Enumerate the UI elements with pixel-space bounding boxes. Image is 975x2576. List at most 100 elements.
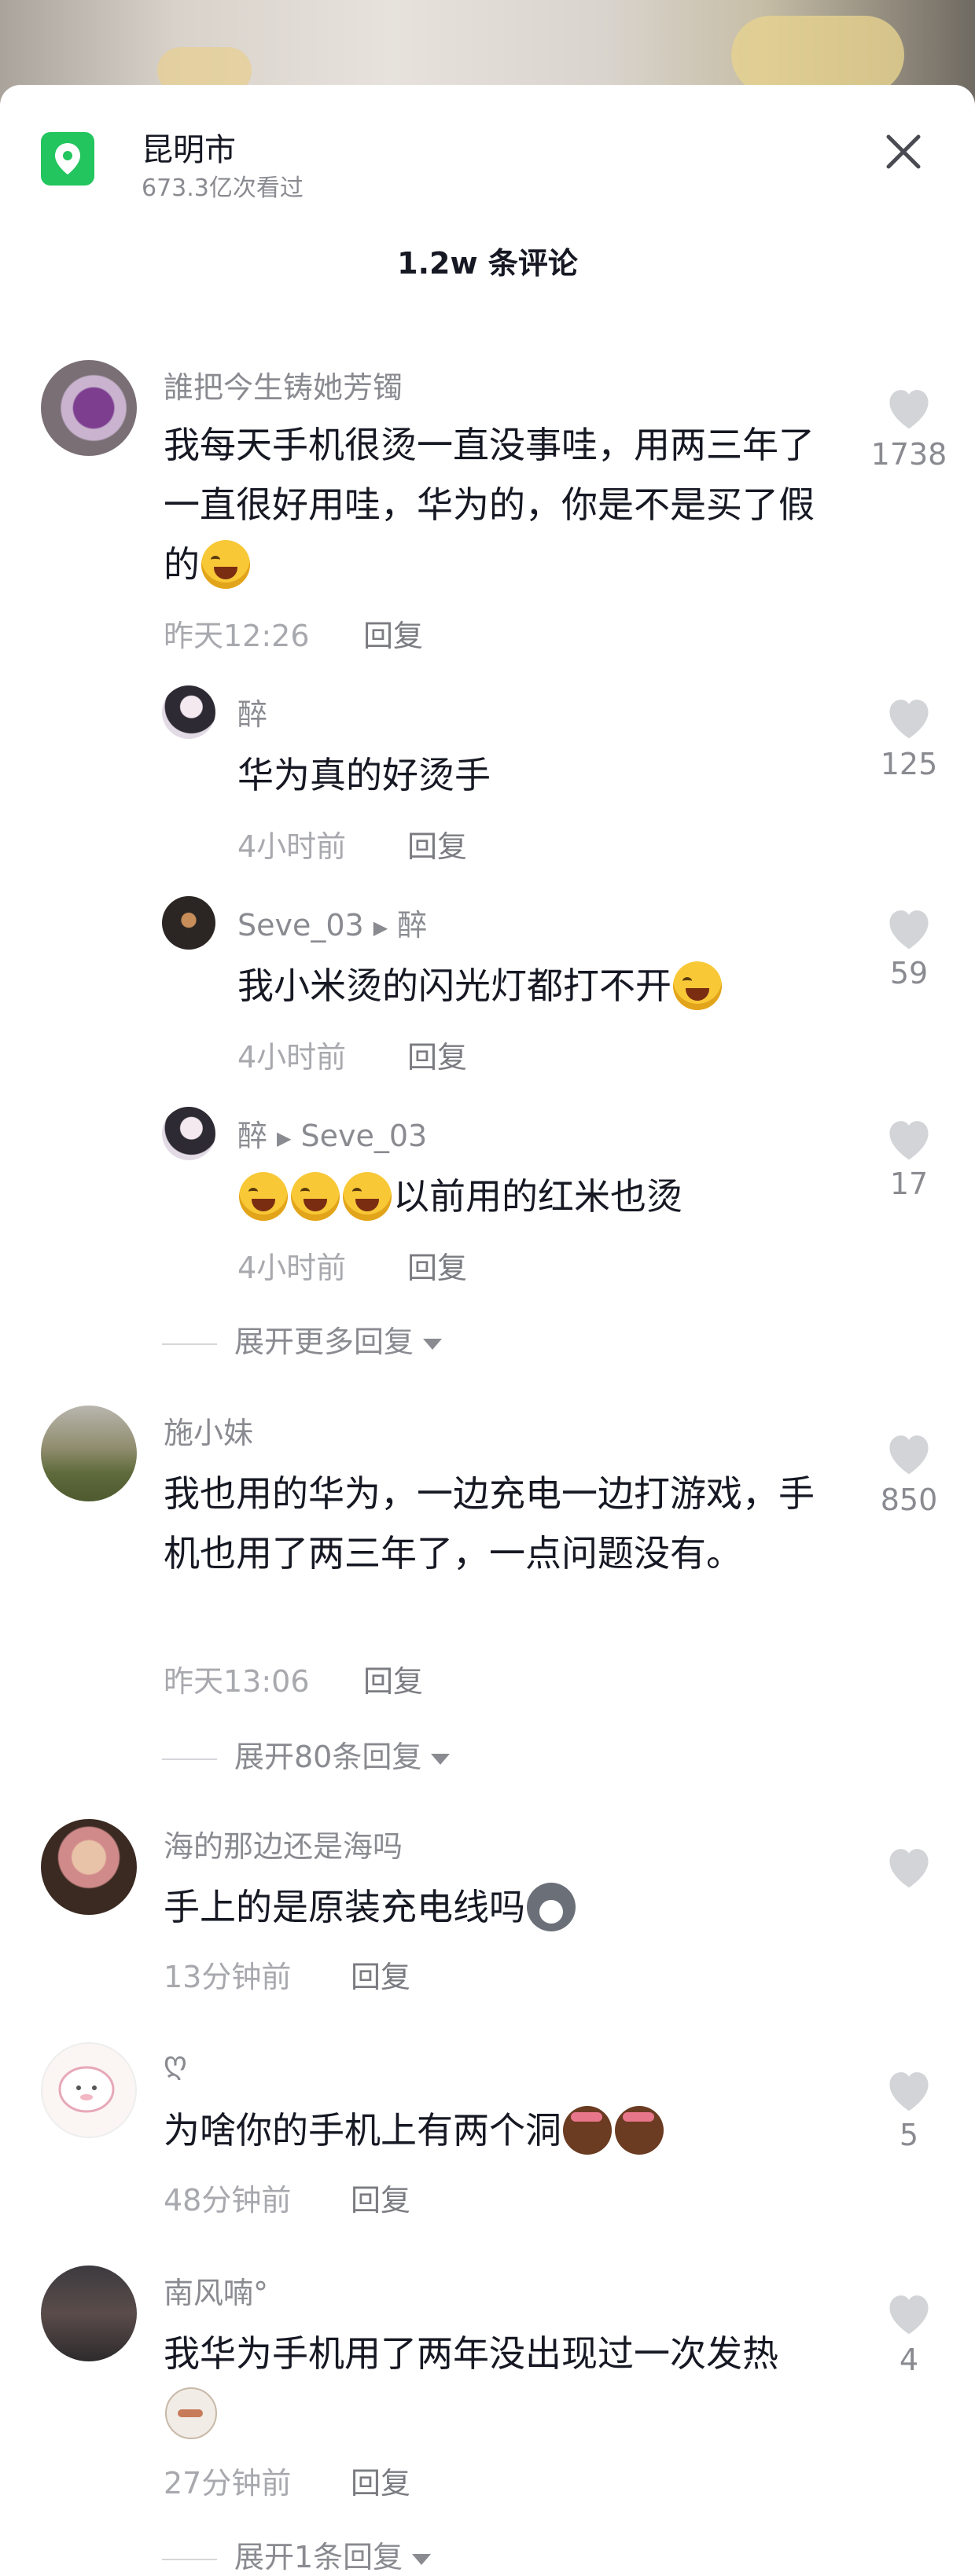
reply-username[interactable]: 醉 ▶ Seve_03 xyxy=(237,1112,427,1155)
heart-icon xyxy=(889,1121,929,1160)
comment-username[interactable]: 海的那边还是海吗 xyxy=(164,1822,403,1865)
reply-button[interactable]: 回复 xyxy=(351,2459,410,2502)
comment-time: 昨天13:06 xyxy=(164,1664,310,1699)
comment-text: 我华为手机用了两年没出现过一次发热 xyxy=(164,2324,824,2443)
like-count: 1738 xyxy=(870,437,947,472)
crying-laughing-emoji-icon xyxy=(239,1171,288,1221)
avatar[interactable] xyxy=(41,2042,137,2138)
like-count: 17 xyxy=(889,1167,929,1201)
reply-author[interactable]: Seve_03 xyxy=(237,908,364,943)
reply-author[interactable]: 醉 xyxy=(237,1119,267,1153)
play-arrow-icon: ▶ xyxy=(277,1126,292,1149)
like-button[interactable] xyxy=(862,384,956,431)
like-button[interactable] xyxy=(862,2289,956,2336)
comment-username[interactable]: ღ xyxy=(164,2045,187,2080)
cartoon-avatar-icon xyxy=(58,2066,115,2113)
avatar[interactable] xyxy=(41,1819,137,1915)
expand-replies-button[interactable]: 展开80条回复 xyxy=(162,1733,451,1776)
like-button[interactable] xyxy=(862,1115,956,1162)
avatar[interactable] xyxy=(41,1406,137,1501)
location-pin-icon[interactable] xyxy=(41,132,94,186)
reply-button[interactable]: 回复 xyxy=(407,1033,467,1076)
divider-line xyxy=(162,1343,217,1345)
expand-replies-button[interactable]: 展开1条回复 xyxy=(162,2533,432,2576)
like-button[interactable] xyxy=(862,693,956,740)
reply-text-content: 以前用的红米也烫 xyxy=(393,1175,682,1218)
comment-username[interactable]: 南风喃° xyxy=(164,2269,268,2312)
chocolate-emoji-icon xyxy=(615,2105,664,2155)
reply-text: 以前用的红米也烫 xyxy=(237,1167,835,1226)
comment-count: 1.2w 条评论 xyxy=(397,246,578,281)
comment-text: 手上的是原装充电线吗 xyxy=(164,1877,824,1937)
like-count: 59 xyxy=(889,956,929,990)
husky-emoji-icon xyxy=(527,1882,576,1931)
reply-button[interactable]: 回复 xyxy=(351,1953,410,1996)
heart-icon xyxy=(889,910,929,950)
avatar[interactable] xyxy=(162,1107,215,1160)
comment-text: 我也用的华为，一边充电一边打游戏，手机也用了两三年了，一点问题没有。 xyxy=(164,1472,815,1575)
video-background-detail xyxy=(731,16,904,94)
heart-icon xyxy=(889,1849,929,1888)
caret-down-icon xyxy=(412,2553,432,2565)
like-button[interactable] xyxy=(862,1843,956,1890)
reply-target[interactable]: Seve_03 xyxy=(300,1119,427,1153)
like-count: 850 xyxy=(880,1483,938,1517)
avatar[interactable] xyxy=(41,2265,137,2361)
crying-laughing-emoji-icon xyxy=(291,1171,340,1221)
reply-button[interactable]: 回复 xyxy=(363,1657,423,1700)
cat-emoji-icon xyxy=(165,2387,217,2439)
location-title[interactable]: 昆明市 xyxy=(142,124,236,170)
expand-replies-button[interactable]: 展开更多回复 xyxy=(162,1317,443,1361)
comment-text-content: 我每天手机很烫一直没事哇，用两三年了一直很好用哇，华为的，你是不是买了假的 xyxy=(164,424,815,586)
comment-time: 27分钟前 xyxy=(164,2466,292,2501)
like-button[interactable] xyxy=(862,904,956,951)
view-count: 673.3亿次看过 xyxy=(142,175,304,202)
reply-target[interactable]: 醉 xyxy=(397,908,427,943)
like-count: 5 xyxy=(899,2118,919,2152)
close-icon[interactable] xyxy=(878,126,929,178)
comment-time: 13分钟前 xyxy=(164,1960,292,1994)
reply-button[interactable]: 回复 xyxy=(363,612,423,655)
reply-text: 华为真的好烫手 xyxy=(237,754,491,796)
comment-text-content: 我华为手机用了两年没出现过一次发热 xyxy=(164,2332,778,2375)
reply-button[interactable]: 回复 xyxy=(407,1244,467,1287)
divider-line xyxy=(162,1758,217,1760)
avatar[interactable] xyxy=(41,360,137,456)
caret-down-icon xyxy=(431,1753,451,1765)
reply-button[interactable]: 回复 xyxy=(351,2176,410,2219)
reply-time: 4小时前 xyxy=(237,829,347,864)
like-count: 4 xyxy=(899,2343,919,2377)
comment-text-content: 为啥你的手机上有两个洞 xyxy=(164,2109,561,2152)
comment-text: 我每天手机很烫一直没事哇，用两三年了一直很好用哇，华为的，你是不是买了假的 xyxy=(164,415,824,594)
heart-icon xyxy=(889,2295,929,2335)
comment-username[interactable]: 誰把今生铸她芳镯 xyxy=(164,363,403,406)
reply-button[interactable]: 回复 xyxy=(407,822,467,865)
expand-label: 展开更多回复 xyxy=(234,1325,414,1359)
like-button[interactable] xyxy=(862,2066,956,2113)
comment-text: 为啥你的手机上有两个洞 xyxy=(164,2100,824,2160)
chocolate-emoji-icon xyxy=(563,2105,612,2155)
reply-username[interactable]: Seve_03 ▶ 醉 xyxy=(237,901,427,944)
avatar[interactable] xyxy=(162,896,215,950)
reply-time: 4小时前 xyxy=(237,1040,347,1075)
crying-laughing-emoji-icon xyxy=(201,539,250,589)
crying-laughing-emoji-icon xyxy=(673,961,722,1010)
like-count: 125 xyxy=(880,747,938,781)
reply-username[interactable]: 醉 xyxy=(237,690,267,733)
comment-text-content: 手上的是原装充电线吗 xyxy=(164,1886,525,1928)
play-arrow-icon: ▶ xyxy=(373,916,388,939)
caret-down-icon xyxy=(423,1338,443,1350)
crying-laughing-emoji-icon xyxy=(343,1171,392,1221)
comment-username[interactable]: 施小妹 xyxy=(164,1409,253,1452)
reply-text: 我小米烫的闪光灯都打不开 xyxy=(237,956,835,1016)
comment-time: 昨天12:26 xyxy=(164,619,310,653)
expand-label: 展开1条回复 xyxy=(234,2540,403,2574)
heart-icon xyxy=(889,390,929,429)
like-button[interactable] xyxy=(862,1429,956,1476)
reply-time: 4小时前 xyxy=(237,1251,347,1285)
expand-label: 展开80条回复 xyxy=(234,1740,422,1774)
comment-time: 48分钟前 xyxy=(164,2183,292,2218)
heart-icon xyxy=(889,700,929,739)
divider-line xyxy=(162,2558,217,2560)
avatar[interactable] xyxy=(162,685,215,739)
